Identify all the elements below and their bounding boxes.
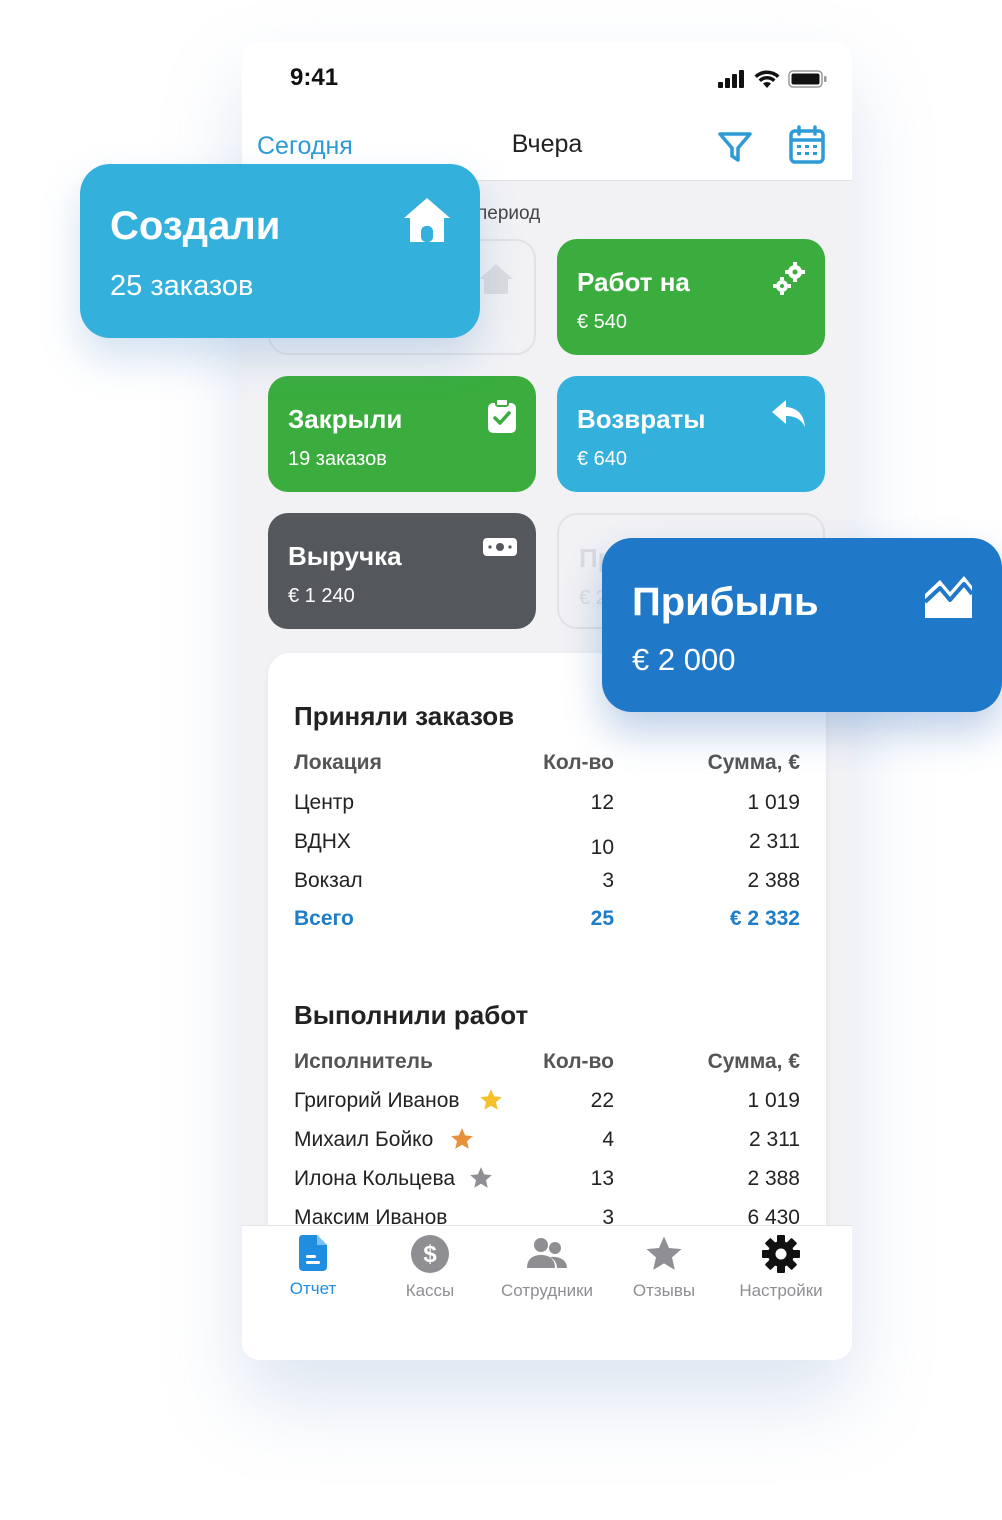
cell-count: 4	[602, 1128, 614, 1151]
tab-settings[interactable]: Настройки	[721, 1234, 841, 1301]
card-closed[interactable]: Закрыли 19 заказов	[268, 376, 536, 492]
cell-executor: Максим Иванов	[294, 1206, 448, 1225]
card-value: € 540	[577, 311, 628, 333]
star-silver-icon	[468, 1165, 494, 1197]
tab-label: Кассы	[405, 1281, 455, 1300]
tab-label: Отчет	[289, 1279, 337, 1298]
status-time: 9:41	[290, 64, 339, 91]
card-value: 19 заказов	[288, 448, 387, 470]
gear-icon	[761, 1235, 801, 1278]
highlight-value: € 2 000	[632, 642, 736, 677]
chart-area-icon	[922, 572, 974, 625]
wifi-icon	[754, 70, 780, 93]
cell-sum: 6 430	[747, 1206, 800, 1225]
header-sum: Сумма, €	[707, 1050, 800, 1073]
highlight-title: Прибыль	[632, 580, 819, 624]
table-row[interactable]: Григорий Иванов 22 1 019	[294, 1089, 800, 1119]
cell-count: 12	[590, 791, 614, 814]
cell-location: ВДНХ	[294, 830, 351, 853]
battery-icon	[788, 70, 828, 93]
tab-staff[interactable]: Сотрудники	[487, 1234, 607, 1301]
card-value: € 640	[577, 448, 628, 470]
table-row[interactable]: Илона Кольцева 13 2 388	[294, 1167, 800, 1197]
tab-reviews[interactable]: Отзывы	[604, 1234, 724, 1301]
table-row[interactable]: Максим Иванов 3 6 430	[294, 1206, 800, 1225]
table-row[interactable]: Михаил Бойко 4 2 311	[294, 1128, 800, 1158]
highlight-title: Создали	[110, 204, 281, 248]
star-gold-icon	[478, 1087, 504, 1119]
period-label: период	[477, 203, 541, 224]
star-icon	[644, 1236, 684, 1278]
orders-total-row: Всего 25 € 2 332	[294, 907, 800, 937]
orders-header-row: Локация Кол-во Сумма, €	[294, 751, 800, 781]
money-icon	[482, 535, 518, 564]
filter-icon[interactable]	[716, 128, 754, 171]
cell-executor: Илона Кольцева	[294, 1167, 456, 1190]
orders-section-title: Приняли заказов	[294, 701, 515, 731]
profit-highlight-card: Прибыль € 2 000	[602, 538, 1002, 712]
cell-total-sum: € 2 332	[729, 907, 800, 930]
cell-executor: Михаил Бойко	[294, 1128, 434, 1151]
gears-icon	[771, 261, 807, 302]
cell-count: 22	[590, 1089, 614, 1112]
svg-text:$: $	[423, 1241, 437, 1268]
card-title: Возвраты	[577, 404, 706, 434]
cell-count: 3	[602, 1206, 614, 1225]
cell-count: 3	[602, 869, 614, 892]
cell-sum: 2 388	[747, 1167, 800, 1190]
cell-location: Центр	[294, 791, 355, 814]
cell-count: 10	[590, 836, 614, 859]
card-revenue[interactable]: Выручка € 1 240	[268, 513, 536, 629]
header-count: Кол-во	[543, 1050, 614, 1073]
status-bar: 9:41	[242, 42, 852, 112]
card-title: Работ на	[577, 267, 690, 297]
dollar-icon: $	[410, 1235, 450, 1278]
home-icon	[402, 196, 452, 249]
works-section-title: Выполнили работ	[294, 1000, 529, 1030]
tab-label: Настройки	[739, 1281, 823, 1300]
card-works[interactable]: Работ на € 540	[557, 239, 825, 355]
highlight-value: 25 заказов	[110, 270, 254, 302]
clipboard-check-icon	[486, 398, 518, 439]
cell-total-count: 25	[590, 907, 614, 930]
report-icon	[298, 1235, 328, 1276]
report-table-card: Приняли заказов Локация Кол-во Сумма, € …	[268, 653, 826, 1225]
home-icon	[476, 261, 516, 302]
card-title: Закрыли	[288, 404, 403, 434]
tab-report[interactable]: Отчет	[253, 1234, 373, 1299]
cell-sum: 2 311	[749, 1128, 800, 1151]
page-title: Вчера	[511, 130, 583, 158]
reply-icon	[771, 398, 807, 435]
works-header-row: Исполнитель Кол-во Сумма, €	[294, 1050, 800, 1080]
signal-icon	[718, 70, 746, 93]
card-title: Выручка	[288, 541, 402, 571]
calendar-icon[interactable]	[788, 125, 826, 170]
card-returns[interactable]: Возвраты € 640	[557, 376, 825, 492]
cell-total-label: Всего	[294, 907, 354, 930]
tab-bar: Отчет $ Кассы Сотрудники Отзывы Настройк…	[242, 1225, 852, 1360]
cell-location: Вокзал	[294, 869, 363, 892]
created-highlight-card: Создали 25 заказов	[80, 164, 480, 338]
table-row: Центр 12 1 019	[294, 791, 800, 821]
header-location: Локация	[294, 751, 382, 774]
cell-sum: 1 019	[747, 1089, 800, 1112]
cell-sum: 2 311	[749, 830, 800, 853]
star-bronze-icon	[449, 1126, 475, 1158]
cell-sum: 1 019	[747, 791, 800, 814]
table-row: Вокзал 3 2 388	[294, 869, 800, 899]
cell-executor: Григорий Иванов	[294, 1089, 460, 1112]
card-value: € 1 240	[288, 585, 355, 607]
tab-label: Отзывы	[632, 1281, 696, 1300]
header-sum: Сумма, €	[707, 751, 800, 774]
header-executor: Исполнитель	[294, 1050, 433, 1073]
header-count: Кол-во	[543, 751, 614, 774]
tab-cash[interactable]: $ Кассы	[370, 1234, 490, 1301]
cell-sum: 2 388	[747, 869, 800, 892]
tab-label: Сотрудники	[500, 1281, 594, 1300]
people-icon	[526, 1238, 568, 1278]
cell-count: 13	[590, 1167, 614, 1190]
table-row: ВДНХ 10 2 311	[294, 830, 800, 860]
